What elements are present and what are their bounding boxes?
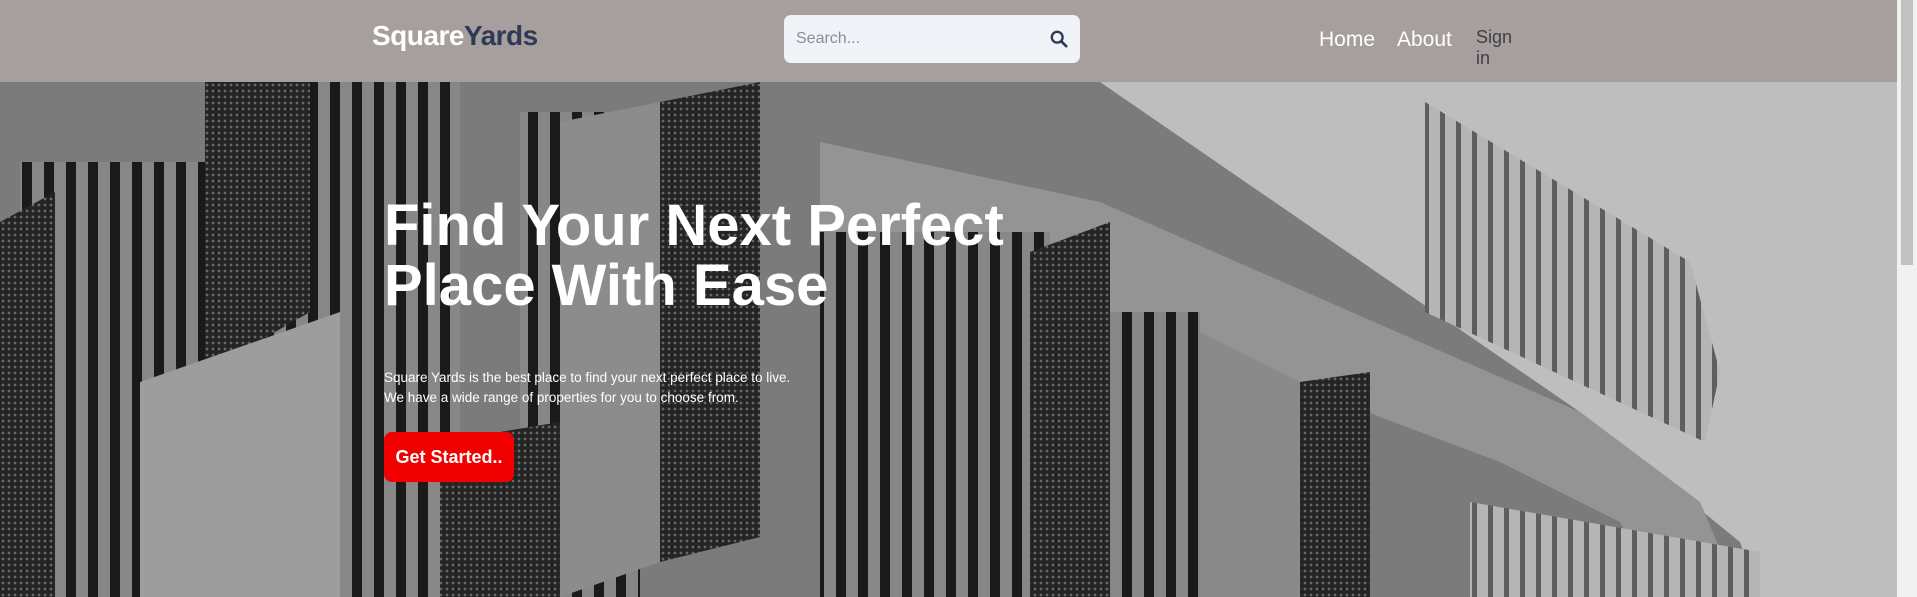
hero-subtitle-line-1: Square Yards is the best place to find y… <box>384 370 791 385</box>
viewport: SquareYards Home About Sign in <box>0 0 1917 597</box>
search-box <box>784 15 1080 63</box>
hero-subtitle: Square Yards is the best place to find y… <box>384 368 904 408</box>
hero-title-line-1: Find Your Next Perfect <box>384 193 1004 258</box>
scrollbar-thumb[interactable] <box>1901 0 1913 265</box>
hero-title-line-2: Place With Ease <box>384 253 829 318</box>
nav-home-link[interactable]: Home <box>1319 28 1375 52</box>
logo-text-yards: Yards <box>463 20 538 51</box>
hero-subtitle-line-2: We have a wide range of properties for y… <box>384 390 739 405</box>
get-started-button[interactable]: Get Started.. <box>384 432 514 482</box>
hero-background-image <box>0 82 1897 597</box>
hero-title: Find Your Next Perfect Place With Ease <box>384 196 1084 316</box>
search-icon[interactable] <box>1050 30 1068 48</box>
logo-text-square: Square <box>372 20 464 51</box>
hero-section: Find Your Next Perfect Place With Ease S… <box>0 82 1897 597</box>
sign-in-link[interactable]: Sign in <box>1476 27 1512 69</box>
vertical-scrollbar[interactable] <box>1897 0 1917 597</box>
site-header: SquareYards Home About Sign in <box>0 0 1897 82</box>
site-logo[interactable]: SquareYards <box>372 20 538 52</box>
search-input[interactable] <box>784 15 1034 63</box>
nav-about-link[interactable]: About <box>1397 28 1452 52</box>
